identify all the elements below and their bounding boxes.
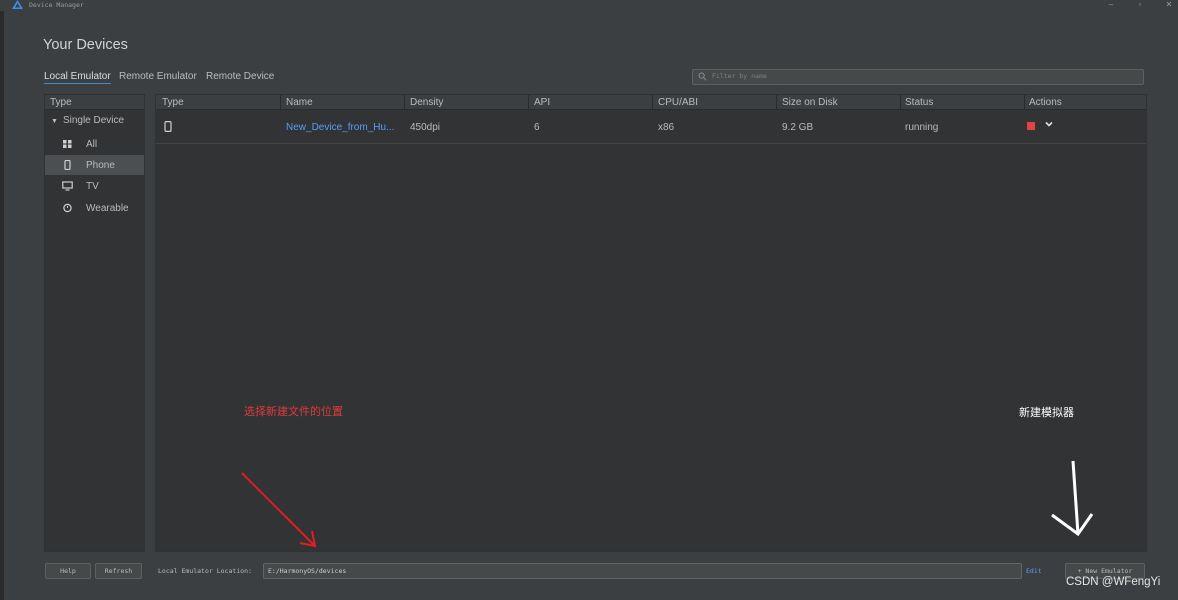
white-arrow: [1051, 460, 1094, 537]
watermark: CSDN @WFengYi: [1066, 576, 1161, 588]
red-arrow: [241, 472, 317, 548]
annotation-arrows: [241, 460, 1094, 548]
